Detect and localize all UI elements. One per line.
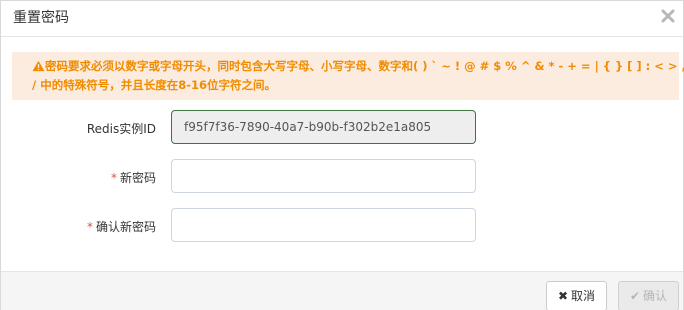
required-mark: * — [110, 171, 117, 185]
confirm-button[interactable]: ✔ 确认 — [618, 281, 679, 310]
confirm-password-label: * 确认新密码 — [87, 218, 156, 235]
new-password-label-text: 新密码 — [119, 171, 156, 185]
reset-password-dialog: 重置密码 密码要求必须以数字或字母开头，同时包含大写字母、小写字母、数字和( )… — [0, 0, 684, 310]
dialog-title: 重置密码 — [13, 10, 69, 26]
x-icon: ✖ — [557, 289, 569, 303]
cancel-button-label: 取消 — [571, 289, 596, 303]
confirm-password-label-text: 确认新密码 — [95, 220, 156, 234]
cancel-button[interactable]: ✖ 取消 — [546, 281, 607, 310]
dialog-header: 重置密码 — [1, 1, 683, 37]
password-requirements-alert: 密码要求必须以数字或字母开头，同时包含大写字母、小写字母、数字和( ) ` ~ … — [12, 52, 684, 100]
warning-icon — [32, 60, 45, 72]
new-password-row: * 新密码 — [1, 159, 683, 193]
confirm-button-label: 确认 — [643, 289, 668, 303]
alert-text-line2: / 中的特殊符号，并且长度在8-16位字符之间。 — [32, 78, 276, 92]
new-password-label: * 新密码 — [111, 169, 156, 186]
confirm-password-row: * 确认新密码 — [1, 208, 683, 242]
alert-text-line1: 密码要求必须以数字或字母开头，同时包含大写字母、小写字母、数字和( ) ` ~ … — [45, 59, 684, 73]
dialog-footer: ✖ 取消 ✔ 确认 — [1, 271, 683, 310]
confirm-password-input[interactable] — [171, 208, 476, 242]
instance-id-row: Redis实例ID f95f7f36-7890-40a7-b90b-f302b2… — [1, 110, 683, 144]
required-mark: * — [86, 220, 93, 234]
close-icon[interactable] — [659, 7, 677, 25]
instance-id-field: f95f7f36-7890-40a7-b90b-f302b2e1a805 — [171, 110, 476, 144]
instance-id-label: Redis实例ID — [86, 122, 156, 136]
new-password-input[interactable] — [171, 159, 476, 193]
check-icon: ✔ — [629, 289, 641, 303]
